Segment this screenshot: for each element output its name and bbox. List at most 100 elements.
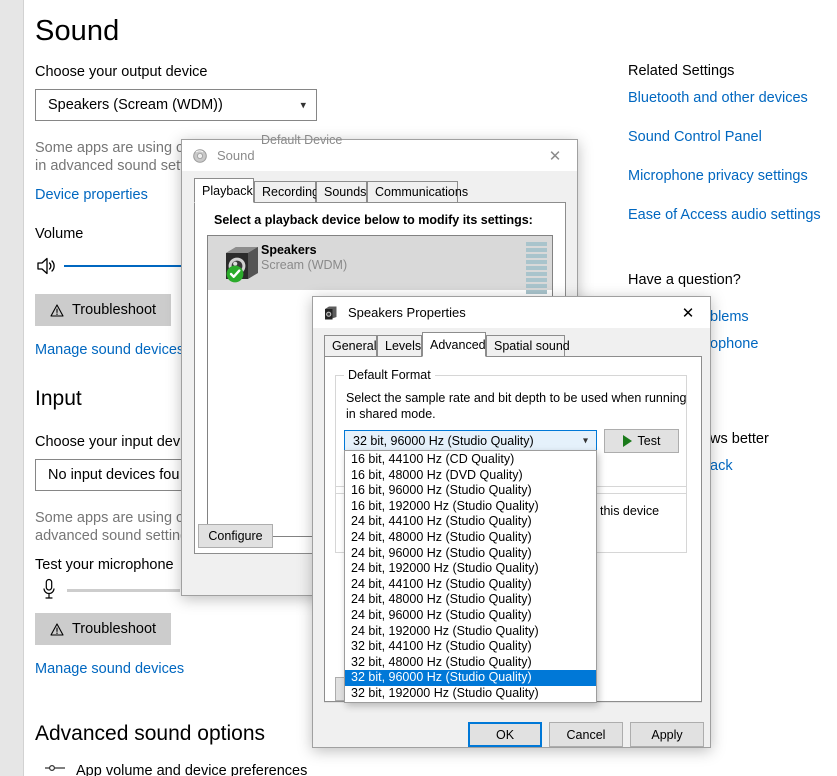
output-choose-label: Choose your output device — [35, 64, 208, 80]
chevron-down-icon: ▾ — [582, 435, 588, 447]
related-link-microphone-privacy[interactable]: Microphone privacy settings — [628, 168, 808, 184]
play-icon — [622, 435, 632, 447]
sound-dialog-close-button[interactable]: ✕ — [533, 140, 577, 171]
tab-spatial-sound-label: Spatial sound — [494, 339, 570, 353]
input-choose-label: Choose your input dev — [35, 434, 181, 450]
default-format-combo[interactable]: 32 bit, 96000 Hz (Studio Quality) ▾ — [344, 430, 597, 452]
properties-tabstrip: General Levels Advanced Spatial sound — [324, 332, 702, 357]
sliders-icon — [45, 764, 65, 772]
output-troubleshoot-label: Troubleshoot — [71, 302, 157, 318]
tab-recording[interactable]: Recording — [254, 181, 319, 203]
tab-sounds-label: Sounds — [324, 185, 367, 199]
default-format-option[interactable]: 24 bit, 96000 Hz (Studio Quality) — [345, 546, 596, 562]
microphone-level-slider[interactable] — [67, 589, 180, 592]
related-link-ease-of-access[interactable]: Ease of Access audio settings — [628, 207, 821, 223]
default-format-option[interactable]: 24 bit, 192000 Hz (Studio Quality) — [345, 561, 596, 577]
tab-general-label: General — [332, 339, 377, 353]
tab-sounds[interactable]: Sounds — [316, 181, 367, 203]
tab-levels-label: Levels — [385, 339, 422, 353]
apply-button-label: Apply — [651, 727, 683, 742]
settings-left-gutter — [0, 0, 23, 776]
configure-button-label: Configure — [208, 529, 263, 543]
output-troubleshoot-button[interactable]: Troubleshoot — [35, 294, 171, 326]
input-section-title: Input — [35, 387, 82, 410]
default-format-option[interactable]: 16 bit, 192000 Hz (Studio Quality) — [345, 499, 596, 515]
app-volume-preferences-label: App volume and device preferences — [76, 763, 308, 776]
properties-dialog-title: Speakers Properties — [348, 305, 466, 320]
default-format-option[interactable]: 24 bit, 44100 Hz (Studio Quality) — [345, 514, 596, 530]
default-format-desc-line2: in shared mode. — [346, 407, 436, 421]
exclusive-mode-visible-text: this device — [600, 504, 660, 518]
sound-app-icon — [193, 148, 207, 163]
warning-triangle-icon — [50, 303, 64, 317]
output-device-combo[interactable]: Speakers (Scream (WDM)) ▾ — [35, 89, 317, 121]
sound-dialog-titlebar: Sound ✕ — [182, 140, 577, 171]
output-hint-line2: in advanced sound sett — [35, 158, 185, 174]
input-manage-sound-devices-link[interactable]: Manage sound devices — [35, 661, 184, 677]
related-settings-heading: Related Settings — [628, 63, 735, 79]
help-link-give-feedback[interactable]: ack — [710, 458, 733, 474]
default-format-option[interactable]: 32 bit, 192000 Hz (Studio Quality) — [345, 686, 596, 702]
volume-slider[interactable] — [64, 265, 192, 267]
playback-device-name: Speakers — [261, 243, 317, 257]
playback-device-vu-meter — [526, 242, 547, 294]
screen-root: Sound Choose your output device Speakers… — [0, 0, 837, 776]
input-hint-line1: Some apps are using c — [35, 510, 184, 526]
configure-button[interactable]: Configure — [198, 524, 273, 548]
output-device-value: Speakers (Scream (WDM)) — [48, 97, 223, 113]
default-format-option[interactable]: 16 bit, 48000 Hz (DVD Quality) — [345, 468, 596, 484]
playback-device-driver: Scream (WDM) — [261, 258, 348, 272]
sound-dialog-tabstrip: Playback Recording Sounds Communications — [194, 178, 566, 203]
help-feedback-text: ws better — [710, 431, 769, 447]
output-hint-line1: Some apps are using c — [35, 140, 184, 156]
settings-gutter-divider — [23, 0, 24, 776]
cancel-button[interactable]: Cancel — [549, 722, 623, 747]
default-format-option[interactable]: 24 bit, 192000 Hz (Studio Quality) — [345, 624, 596, 640]
input-troubleshoot-button[interactable]: Troubleshoot — [35, 613, 171, 645]
default-format-option[interactable]: 24 bit, 96000 Hz (Studio Quality) — [345, 608, 596, 624]
input-troubleshoot-label: Troubleshoot — [71, 621, 157, 637]
output-manage-sound-devices-link[interactable]: Manage sound devices — [35, 342, 184, 358]
tab-spatial-sound[interactable]: Spatial sound — [486, 335, 570, 357]
playback-device-status: Default Device — [261, 133, 343, 147]
test-microphone-label: Test your microphone — [35, 557, 174, 573]
advanced-sound-options-title: Advanced sound options — [35, 722, 266, 745]
speakers-properties-dialog: Speakers Properties ✕ General Levels Adv… — [312, 296, 711, 748]
default-format-option[interactable]: 32 bit, 48000 Hz (Studio Quality) — [345, 655, 596, 671]
ok-button-label: OK — [495, 727, 515, 742]
tab-communications[interactable]: Communications — [367, 181, 468, 203]
default-format-option[interactable]: 24 bit, 48000 Hz (Studio Quality) — [345, 530, 596, 546]
tab-levels[interactable]: Levels — [377, 335, 422, 357]
speaker-volume-icon — [37, 257, 55, 275]
test-button-label: Test — [637, 434, 661, 448]
input-hint-line2: advanced sound setting — [35, 528, 189, 544]
help-link-setup-microphone[interactable]: ophone — [710, 336, 758, 352]
default-format-option[interactable]: 32 bit, 96000 Hz (Studio Quality) — [345, 670, 596, 686]
help-link-fix-problems[interactable]: blems — [710, 309, 749, 325]
microphone-icon — [43, 578, 55, 599]
default-format-option[interactable]: 32 bit, 44100 Hz (Studio Quality) — [345, 639, 596, 655]
speaker-properties-icon — [325, 306, 337, 319]
tab-communications-label: Communications — [375, 185, 469, 199]
tab-playback[interactable]: Playback — [194, 178, 254, 203]
tab-general[interactable]: General — [324, 335, 377, 357]
test-button[interactable]: Test — [604, 429, 679, 453]
default-format-option[interactable]: 24 bit, 48000 Hz (Studio Quality) — [345, 592, 596, 608]
tab-playback-label: Playback — [202, 183, 253, 198]
volume-label: Volume — [35, 226, 84, 242]
cancel-button-label: Cancel — [566, 727, 606, 742]
properties-dialog-titlebar: Speakers Properties ✕ — [313, 297, 710, 328]
default-format-option[interactable]: 16 bit, 96000 Hz (Studio Quality) — [345, 483, 596, 499]
apply-button[interactable]: Apply — [630, 722, 704, 747]
related-link-sound-control-panel[interactable]: Sound Control Panel — [628, 129, 762, 145]
properties-dialog-close-button[interactable]: ✕ — [666, 297, 710, 328]
device-properties-link[interactable]: Device properties — [35, 187, 148, 203]
tab-recording-label: Recording — [262, 185, 319, 199]
tab-advanced[interactable]: Advanced — [422, 332, 486, 357]
related-link-bluetooth[interactable]: Bluetooth and other devices — [628, 90, 808, 106]
ok-button[interactable]: OK — [468, 722, 542, 747]
default-format-option[interactable]: 16 bit, 44100 Hz (CD Quality) — [345, 452, 596, 468]
default-format-option[interactable]: 24 bit, 44100 Hz (Studio Quality) — [345, 577, 596, 593]
have-a-question-heading: Have a question? — [628, 272, 741, 288]
default-format-dropdown-list[interactable]: 16 bit, 44100 Hz (CD Quality) 16 bit, 480… — [344, 450, 597, 703]
